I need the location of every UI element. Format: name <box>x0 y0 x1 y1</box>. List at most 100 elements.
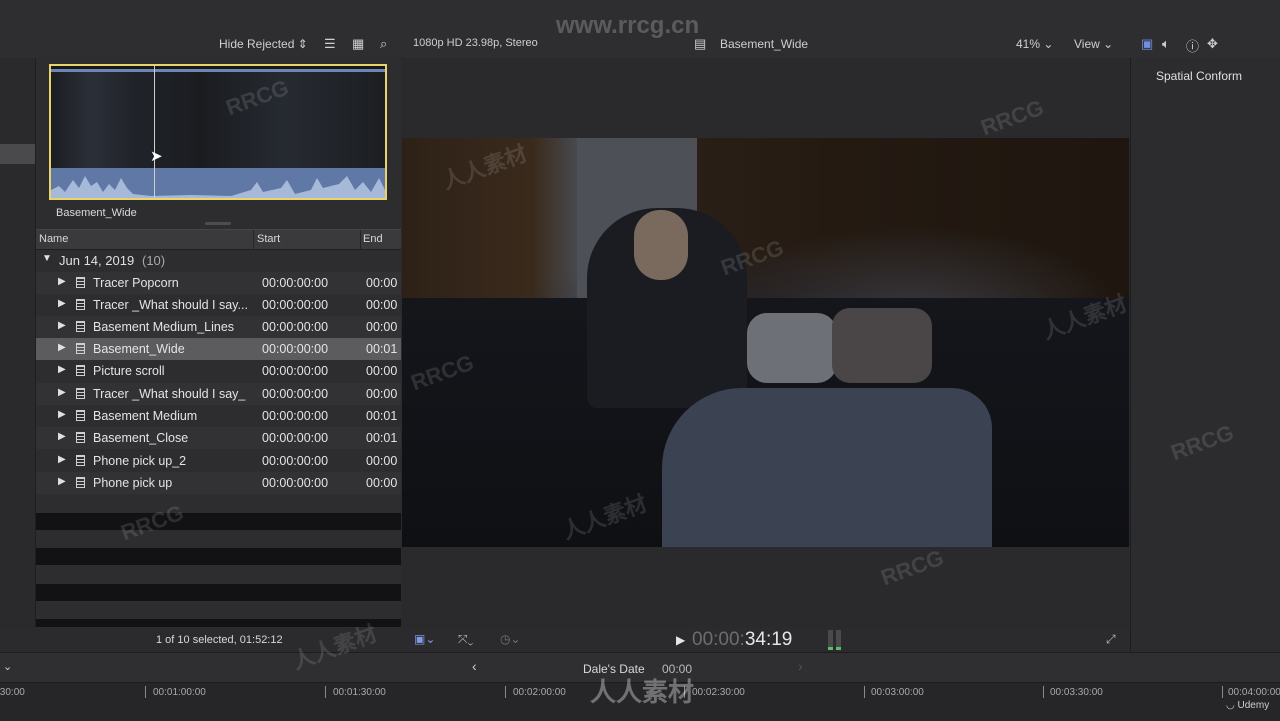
selected-clip-filmstrip[interactable] <box>49 64 387 200</box>
disclosure-closed-icon[interactable]: ▶ <box>58 298 66 309</box>
disclosure-closed-icon[interactable]: ▶ <box>58 409 66 420</box>
face-in-frame <box>634 210 688 280</box>
speed-icon[interactable]: ◷⌄ <box>500 632 521 646</box>
empty-row-stripe <box>36 513 401 530</box>
column-start[interactable]: Start <box>257 233 280 245</box>
back-arrow-icon[interactable]: ‹ <box>472 658 477 674</box>
disclosure-closed-icon[interactable]: ▶ <box>58 454 66 465</box>
clip-start: 00:00:00:00 <box>262 409 329 423</box>
list-item-selected[interactable]: ▶ Basement_Wide 00:00:00:00 00:01 <box>36 338 401 360</box>
clip-end: 00:00 <box>366 298 398 312</box>
ruler-label: 00:01:00:00 <box>153 687 206 698</box>
clip-appearance-icon[interactable]: ☰ <box>324 36 336 52</box>
selection-status: 1 of 10 selected, 01:52:12 <box>156 634 283 646</box>
clip-end: 00:01 <box>366 431 398 445</box>
mouse-pointer-icon: ➤ <box>150 148 163 165</box>
clip-end: 00:00 <box>366 320 398 334</box>
clip-end: 00:00 <box>366 364 398 378</box>
timecode-display[interactable]: 00:00:34:19 <box>692 629 792 651</box>
disclosure-closed-icon[interactable]: ▶ <box>58 342 66 353</box>
column-divider[interactable] <box>360 230 361 249</box>
list-item[interactable]: ▶ Basement Medium 00:00:00:00 00:01 <box>36 405 401 427</box>
clip-name: Phone pick up <box>93 476 173 490</box>
list-item[interactable]: ▶ Basement Medium_Lines 00:00:00:00 00:00 <box>36 316 401 338</box>
clip-name: Tracer _What should I say... <box>93 298 248 312</box>
disclosure-closed-icon[interactable]: ▶ <box>58 364 66 375</box>
hide-rejected-filter[interactable]: Hide Rejected ⇕ <box>219 37 308 51</box>
ruler-label: 00:03:30:00 <box>1050 687 1103 698</box>
list-item[interactable]: ▶ Phone pick up 00:00:00:00 00:00 <box>36 472 401 494</box>
resize-handle[interactable] <box>205 222 231 225</box>
clip-icon <box>76 277 85 288</box>
list-item[interactable]: ▶ Basement_Close 00:00:00:00 00:01 <box>36 427 401 449</box>
spatial-conform-heading[interactable]: Spatial Conform <box>1156 69 1242 83</box>
column-divider[interactable] <box>253 230 254 249</box>
ruler-label: 00:04:00:00 <box>1228 687 1280 698</box>
clip-icon <box>76 455 85 466</box>
overlay-menu-icon[interactable]: ▣⌄ <box>414 632 435 646</box>
disclosure-closed-icon[interactable]: ▶ <box>58 387 66 398</box>
disclosure-closed-icon[interactable]: ▶ <box>58 431 66 442</box>
column-name[interactable]: Name <box>39 233 68 245</box>
library-selection[interactable] <box>0 144 35 164</box>
video-inspector-icon[interactable]: ▣ <box>1141 36 1153 52</box>
transform-icon[interactable]: ✥ <box>1207 36 1218 52</box>
clip-start: 00:00:00:00 <box>262 454 329 468</box>
clip-name: Basement_Close <box>93 431 189 445</box>
ruler-tick <box>1043 686 1044 698</box>
blanket-in-frame <box>662 388 992 547</box>
event-group[interactable]: ▼ Jun 14, 2019 (10) <box>36 250 401 272</box>
viewer-clip-title: Basement_Wide <box>720 37 809 51</box>
ruler-label: 00:00:30:00 <box>0 687 25 698</box>
list-item[interactable]: ▶ Picture scroll 00:00:00:00 00:00 <box>36 360 401 382</box>
clip-icon <box>76 432 85 443</box>
column-end[interactable]: End <box>363 233 383 245</box>
ruler-tick <box>325 686 326 698</box>
clip-icon: ▤ <box>694 36 707 51</box>
disclosure-closed-icon[interactable]: ▶ <box>58 276 66 287</box>
inspector-panel <box>1130 58 1280 652</box>
filmstrip-audio-waveform <box>51 168 385 198</box>
clip-start: 00:00:00:00 <box>262 364 329 378</box>
timeline-index-chevron-icon[interactable]: ⌄ <box>3 660 12 673</box>
ruler-tick <box>864 686 865 698</box>
forward-arrow-icon[interactable]: › <box>798 658 803 674</box>
disclosure-open-icon[interactable]: ▼ <box>42 253 52 264</box>
clip-start: 00:00:00:00 <box>262 276 329 290</box>
list-item[interactable]: ▶ Tracer Popcorn 00:00:00:00 00:00 <box>36 272 401 294</box>
search-icon[interactable]: ⌕ <box>380 36 387 52</box>
list-item[interactable]: ▶ Tracer _What should I say_ 00:00:00:00 0… <box>36 383 401 405</box>
skimmer-playhead[interactable] <box>154 66 155 198</box>
filmstrip-clip-name: Basement_Wide <box>56 207 137 219</box>
audio-inspector-icon[interactable]: 🔈︎ <box>1162 36 1170 52</box>
video-frame[interactable] <box>402 138 1129 547</box>
filmstrip-view-icon[interactable]: ▦ <box>352 36 364 52</box>
project-duration: 00:00 <box>662 662 693 676</box>
disclosure-closed-icon[interactable]: ▶ <box>58 476 66 487</box>
clip-start: 00:00:00:00 <box>262 476 329 490</box>
group-date: Jun 14, 2019 <box>59 253 135 268</box>
empty-row-stripe <box>36 619 401 627</box>
clip-end: 00:00 <box>366 476 398 490</box>
view-menu[interactable]: View ⌄ <box>1074 37 1113 51</box>
list-header: Name Start End <box>36 229 401 250</box>
pillow-in-frame <box>747 313 837 383</box>
clip-end: 00:01 <box>366 409 398 423</box>
clip-name: Tracer Popcorn <box>93 276 179 290</box>
clip-start: 00:00:00:00 <box>262 320 329 334</box>
clip-start: 00:00:00:00 <box>262 342 329 356</box>
info-inspector-icon[interactable]: ⓘ <box>1186 36 1199 55</box>
project-name: Dale's Date <box>583 662 645 676</box>
clip-icon <box>76 365 85 376</box>
fullscreen-icon[interactable]: ⤢ <box>1106 632 1116 647</box>
clip-name: Basement_Wide <box>93 342 185 356</box>
play-button-icon[interactable]: ▶ <box>676 633 685 647</box>
empty-row-stripe <box>36 548 401 565</box>
list-item[interactable]: ▶ Tracer _What should I say... 00:00:00:0… <box>36 294 401 316</box>
filmstrip-video-thumbnails <box>51 72 385 170</box>
transform-tool-icon[interactable]: ⤧⌄ <box>458 632 473 647</box>
disclosure-closed-icon[interactable]: ▶ <box>58 320 66 331</box>
zoom-menu[interactable]: 41% ⌄ <box>1016 37 1053 51</box>
list-item[interactable]: ▶ Phone pick up_2 00:00:00:00 00:00 <box>36 450 401 472</box>
ruler-tick <box>684 686 685 698</box>
